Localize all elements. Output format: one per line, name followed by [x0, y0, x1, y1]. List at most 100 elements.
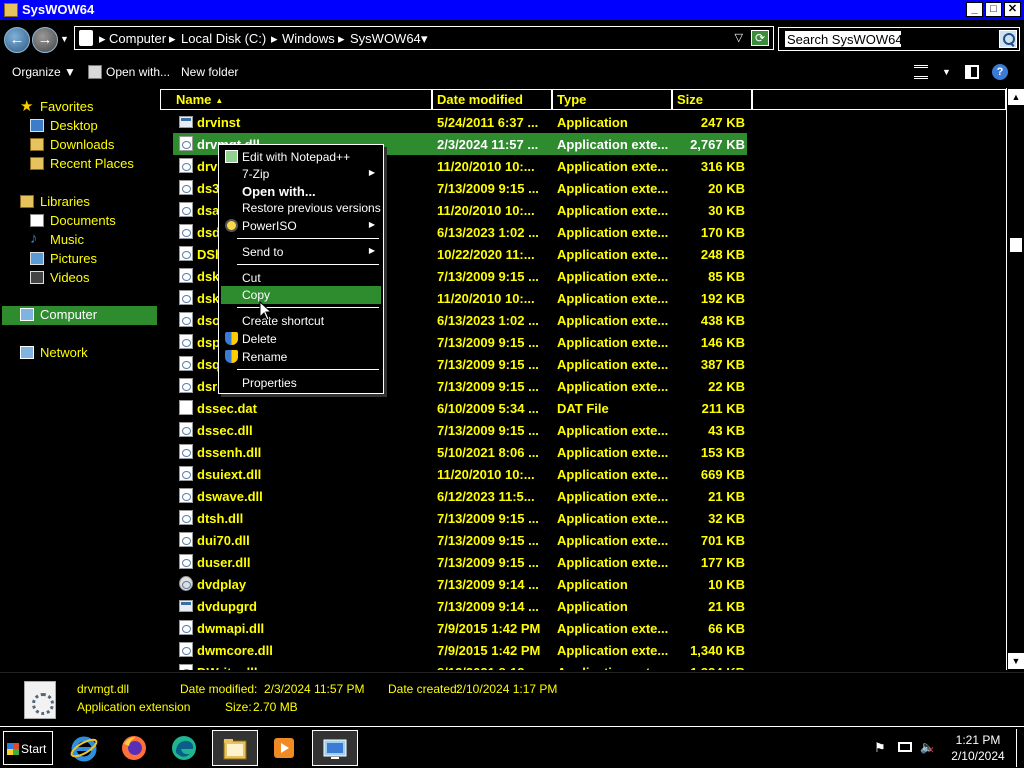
network-tray-icon[interactable]: [898, 742, 912, 752]
dll-file-icon: [179, 488, 193, 503]
maximize-button[interactable]: □: [985, 2, 1002, 17]
nav-music[interactable]: ♪ Music: [30, 230, 150, 249]
address-history-dropdown[interactable]: ▽: [735, 31, 743, 44]
taskbar-file-explorer[interactable]: [212, 730, 258, 766]
refresh-button[interactable]: ⟳: [751, 30, 769, 46]
nav-downloads-label: Downloads: [50, 137, 115, 152]
file-row[interactable]: dssec.dll 7/13/2009 9:15 ... Application e…: [173, 419, 747, 441]
organize-button[interactable]: Organize ▼: [12, 65, 76, 79]
breadcrumb-computer[interactable]: Computer: [109, 31, 166, 46]
breadcrumb-local-disk[interactable]: Local Disk (C:): [181, 31, 266, 46]
file-size: 192 KB: [700, 291, 745, 306]
file-row[interactable]: DWrite.dll 8/12/2021 8:12 ... Application …: [173, 661, 747, 670]
forward-button[interactable]: →: [32, 27, 58, 53]
close-button[interactable]: ✕: [1004, 2, 1021, 17]
new-folder-button[interactable]: New folder: [181, 65, 238, 79]
menu-cut[interactable]: Cut: [221, 269, 381, 287]
network-icon: [20, 346, 34, 359]
file-row[interactable]: dsuiext.dll 11/20/2010 10:... Application …: [173, 463, 747, 485]
file-size: 669 KB: [700, 467, 745, 482]
taskbar-internet-explorer[interactable]: [62, 730, 108, 766]
file-row[interactable]: dwmcore.dll 7/9/2015 1:42 PM Application e…: [173, 639, 747, 661]
nav-documents[interactable]: Documents: [30, 212, 150, 230]
view-dropdown-icon[interactable]: ▼: [942, 67, 951, 77]
menu-send-to[interactable]: Send to ▶: [221, 243, 381, 261]
file-type: Application exte...: [557, 269, 669, 284]
nav-desktop[interactable]: Desktop: [30, 117, 150, 135]
nav-network-label: Network: [40, 345, 88, 360]
column-header-name[interactable]: Name ▲: [160, 89, 432, 110]
nav-recent-places[interactable]: Recent Places: [30, 155, 150, 173]
breadcrumb-separator[interactable]: ▸: [271, 31, 278, 47]
breadcrumb-separator[interactable]: ▸: [99, 31, 106, 47]
file-row[interactable]: dvdplay 7/13/2009 9:14 ... Application 10 K…: [173, 573, 747, 595]
recent-places-icon: [30, 157, 44, 170]
menu-create-shortcut[interactable]: Create shortcut: [221, 312, 381, 330]
nav-favorites[interactable]: ★ Favorites: [20, 98, 150, 116]
scroll-thumb[interactable]: [1009, 237, 1023, 253]
menu-open-with[interactable]: Open with...: [221, 182, 381, 200]
menu-7zip[interactable]: 7-Zip ▶: [221, 165, 381, 183]
action-center-flag-icon[interactable]: ⚑: [874, 740, 888, 755]
breadcrumb-separator[interactable]: ▸: [338, 31, 345, 47]
file-row[interactable]: dtsh.dll 7/13/2009 9:15 ... Application ex…: [173, 507, 747, 529]
scroll-down-button[interactable]: ▼: [1008, 653, 1024, 669]
menu-rename[interactable]: Rename: [221, 348, 381, 366]
taskbar-edge[interactable]: [162, 730, 208, 766]
menu-create-shortcut-label: Create shortcut: [242, 314, 325, 328]
file-row[interactable]: dswave.dll 6/12/2023 11:5... Application e…: [173, 485, 747, 507]
nav-computer[interactable]: Computer: [2, 306, 157, 325]
file-row[interactable]: dssec.dat 6/10/2009 5:34 ... DAT File 211 K…: [173, 397, 747, 419]
file-row[interactable]: dvdupgrd 7/13/2009 9:14 ... Application 21 …: [173, 595, 747, 617]
volume-muted-icon[interactable]: 🔈 ✕: [920, 740, 935, 755]
menu-copy[interactable]: Copy: [221, 286, 381, 304]
file-date: 7/9/2015 1:42 PM: [437, 643, 541, 658]
preview-pane-icon[interactable]: [965, 65, 979, 79]
breadcrumb-windows[interactable]: Windows: [282, 31, 335, 46]
menu-poweriso[interactable]: PowerISO ▶: [221, 217, 381, 235]
address-bar[interactable]: ▸ Computer ▸ Local Disk (C:) ▸ Windows ▸…: [74, 26, 774, 50]
back-button[interactable]: ←: [4, 27, 30, 53]
breadcrumb-syswow64[interactable]: SysWOW64: [350, 31, 421, 46]
menu-delete[interactable]: Delete: [221, 330, 381, 348]
search-icon[interactable]: [999, 30, 1017, 48]
nav-network[interactable]: Network: [20, 344, 150, 362]
scroll-up-button[interactable]: ▲: [1008, 89, 1024, 105]
column-header-size[interactable]: Size: [672, 89, 752, 110]
file-name: dwmapi.dll: [197, 621, 265, 636]
taskbar-remote-desktop[interactable]: [312, 730, 358, 766]
system-clock[interactable]: 1:21 PM 2/10/2024: [942, 732, 1014, 764]
column-header-type[interactable]: Type: [552, 89, 672, 110]
file-row[interactable]: dwmapi.dll 7/9/2015 1:42 PM Application ex…: [173, 617, 747, 639]
nav-videos[interactable]: Videos: [30, 269, 150, 287]
search-box[interactable]: [778, 27, 1020, 51]
recent-pages-dropdown[interactable]: ▼: [60, 34, 69, 44]
minimize-button[interactable]: _: [966, 2, 983, 17]
file-row[interactable]: dui70.dll 7/13/2009 9:15 ... Application e…: [173, 529, 747, 551]
menu-properties[interactable]: Properties: [221, 374, 381, 392]
nav-pictures[interactable]: Pictures: [30, 250, 150, 268]
taskbar-media-player[interactable]: [262, 730, 308, 766]
vertical-scrollbar[interactable]: ▲ ▼: [1006, 88, 1024, 670]
view-options-icon[interactable]: [914, 65, 928, 79]
file-row[interactable]: drvinst 5/24/2011 6:37 ... Application 247 …: [173, 111, 747, 133]
open-with-button[interactable]: Open with...: [106, 65, 170, 79]
menu-restore-previous-versions[interactable]: Restore previous versions: [221, 199, 381, 217]
search-input[interactable]: [785, 31, 901, 47]
column-header-date[interactable]: Date modified: [432, 89, 552, 110]
menu-rename-label: Rename: [242, 350, 288, 364]
file-date: 7/9/2015 1:42 PM: [437, 621, 541, 636]
breadcrumb-separator[interactable]: ▸: [169, 31, 176, 47]
help-icon[interactable]: ?: [992, 64, 1008, 80]
show-desktop-button[interactable]: [1016, 729, 1022, 767]
start-button[interactable]: Start: [3, 731, 53, 765]
nav-downloads[interactable]: Downloads: [30, 136, 150, 154]
nav-libraries[interactable]: Libraries: [20, 193, 150, 211]
menu-edit-notepadpp[interactable]: Edit with Notepad++: [221, 148, 381, 166]
file-row[interactable]: duser.dll 7/13/2009 9:15 ... Application e…: [173, 551, 747, 573]
taskbar-firefox[interactable]: [112, 730, 158, 766]
file-type: Application: [557, 115, 628, 130]
breadcrumb-separator[interactable]: ▾: [421, 31, 428, 47]
file-row[interactable]: dssenh.dll 5/10/2021 8:06 ... Application …: [173, 441, 747, 463]
file-size: 387 KB: [700, 357, 745, 372]
